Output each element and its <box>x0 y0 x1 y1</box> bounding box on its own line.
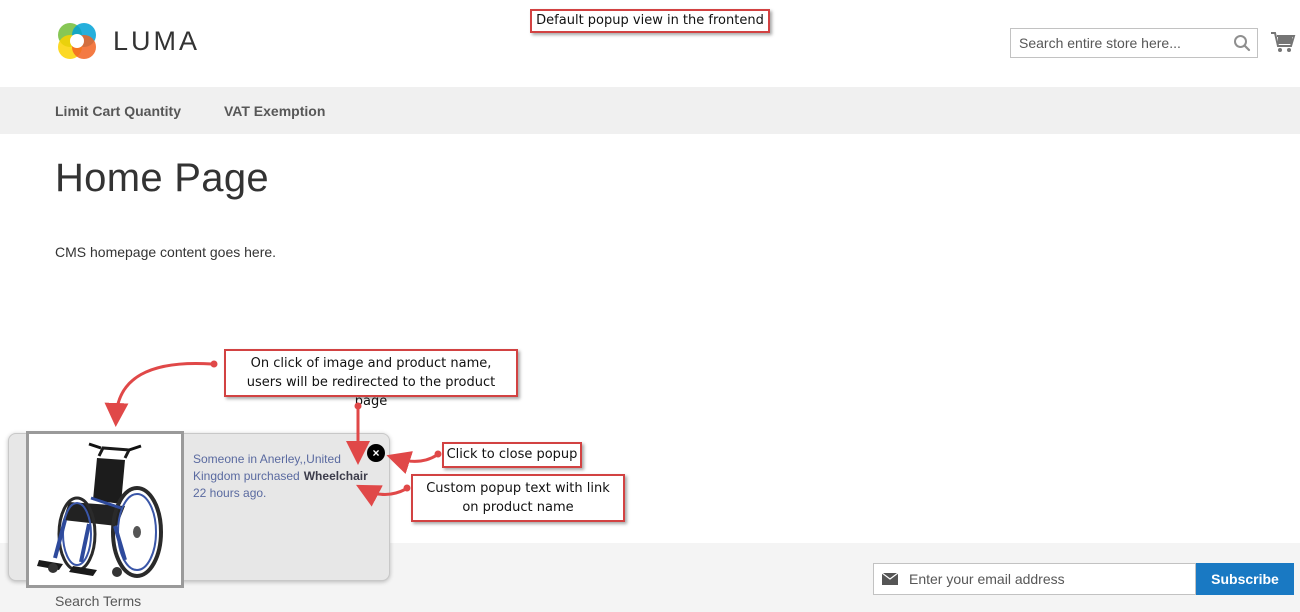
annotation-close: Click to close popup <box>442 442 582 468</box>
main-navigation: Limit Cart Quantity VAT Exemption <box>0 87 1300 134</box>
subscribe-button[interactable]: Subscribe <box>1196 563 1294 595</box>
popup-message: Someone in Anerley,,United Kingdom purch… <box>193 451 383 502</box>
cart-icon[interactable] <box>1270 29 1296 55</box>
search-box <box>1010 28 1258 58</box>
luma-logo-icon <box>58 23 96 59</box>
popup-close-button[interactable]: × <box>367 444 385 462</box>
nav-item-limit-cart-quantity[interactable]: Limit Cart Quantity <box>55 103 181 119</box>
annotation-redirect: On click of image and product name, user… <box>224 349 518 409</box>
annotation-custom-text: Custom popup text with link on product n… <box>411 474 625 522</box>
nav-item-vat-exemption[interactable]: VAT Exemption <box>224 103 325 119</box>
newsletter-field <box>873 563 1199 595</box>
page-title: Home Page <box>55 156 269 200</box>
luma-logo[interactable]: LUMA <box>55 18 205 64</box>
popup-product-name-link[interactable]: Wheelchair <box>304 469 368 483</box>
search-icon[interactable] <box>1233 34 1251 52</box>
popup-product-image[interactable] <box>26 431 184 588</box>
logo-text: LUMA <box>113 25 201 56</box>
popup-time-ago: 22 hours ago. <box>193 486 267 500</box>
annotation-top: Default popup view in the frontend <box>530 9 770 33</box>
cms-content: CMS homepage content goes here. <box>55 244 277 260</box>
search-input[interactable] <box>1011 29 1237 57</box>
footer-link-search-terms[interactable]: Search Terms <box>55 593 141 609</box>
wheelchair-image <box>37 442 163 578</box>
newsletter-email-input[interactable] <box>904 564 1199 594</box>
envelope-icon <box>882 573 898 585</box>
